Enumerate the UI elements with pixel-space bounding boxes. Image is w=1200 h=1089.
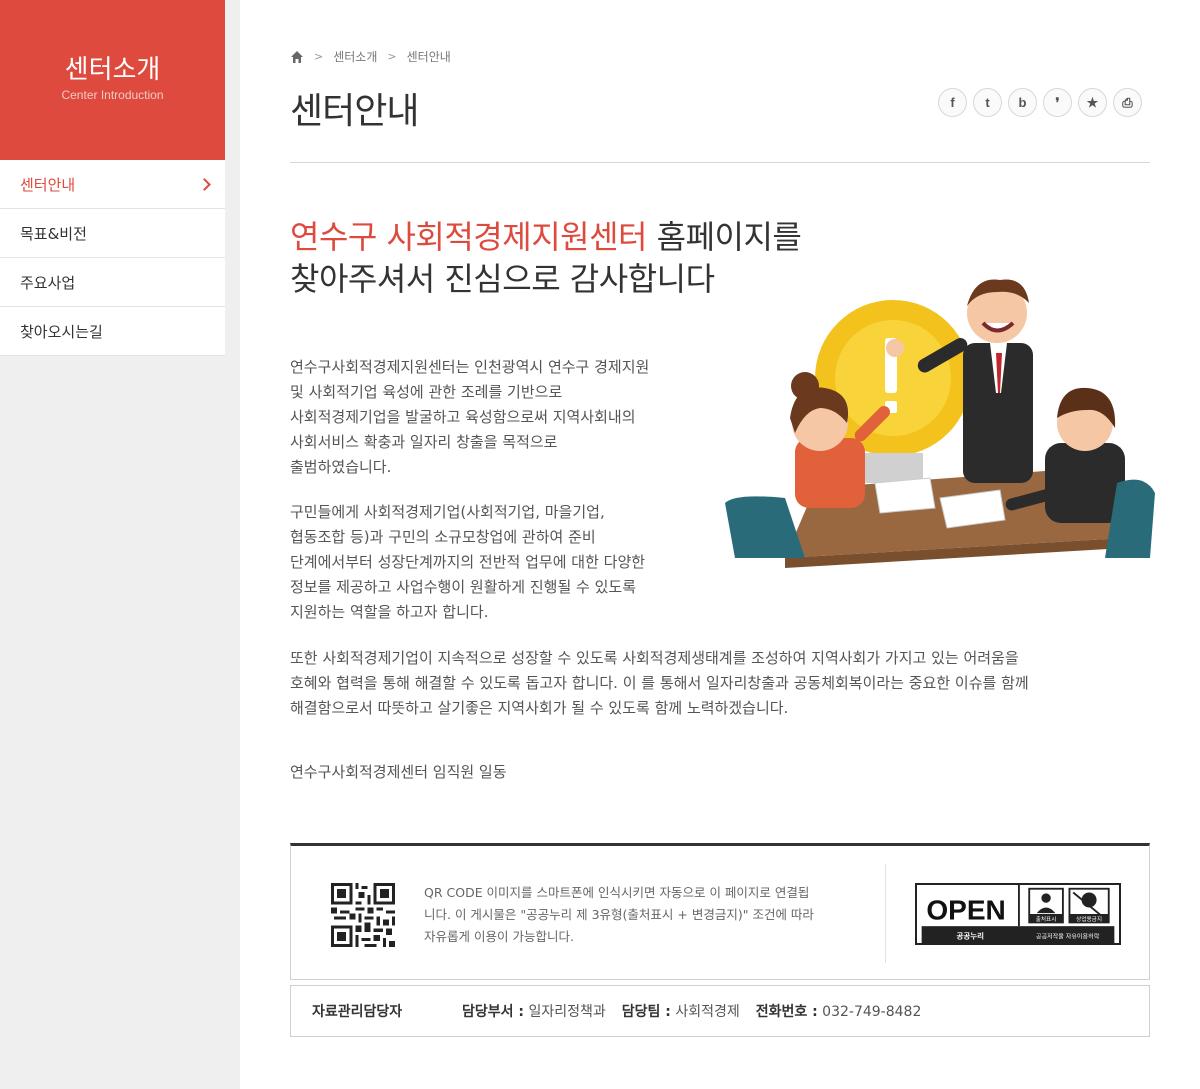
meeting-illustration: [725, 279, 1155, 568]
sidebar-subtitle: Center Introduction: [61, 88, 164, 102]
sidebar: 센터소개 Center Introduction 센터안내 목표&비전 주요사업…: [0, 0, 225, 356]
chevron-right-icon: [198, 177, 211, 191]
open-license-badge[interactable]: OPEN 출처표시 상업용금지 공공누리 공공저작물 자유이용허락: [915, 883, 1121, 945]
breadcrumb-item[interactable]: 센터소개: [333, 48, 377, 65]
dept-key: 담당부서 :: [462, 1004, 524, 1020]
sidebar-item-center-guide[interactable]: 센터안내: [0, 160, 225, 209]
qr-license-box: QR CODE 이미지를 스마트폰에 인식시키면 자동으로 이 페이지로 연결됩…: [290, 843, 1150, 980]
sidebar-title: 센터소개: [64, 55, 161, 85]
team-value: 사회적경제: [675, 1004, 740, 1020]
print-icon[interactable]: ⎙: [1113, 88, 1142, 117]
open-tag-noncommercial: 상업용금지: [1076, 915, 1102, 923]
divider: [885, 864, 886, 963]
story-icon[interactable]: ❜: [1043, 88, 1072, 117]
breadcrumb-separator: >: [387, 50, 397, 63]
text-line: 지원하는 역할을 하고자 합니다.: [290, 603, 489, 621]
page-title: 센터안내: [290, 91, 419, 132]
sidebar-item-main-business[interactable]: 주요사업: [0, 258, 225, 307]
sidebar-item-label: 찾아오시는길: [20, 322, 103, 341]
data-manager-box: 자료관리담당자 담당부서 : 일자리정책과 담당팀 : 사회적경제 전화번호 :…: [290, 985, 1150, 1037]
text-line: 니다. 이 게시물은 "공공누리 제 3유형(출처표시 + 변경금지)" 조건에…: [424, 907, 814, 922]
breadcrumb-separator: >: [314, 50, 324, 63]
text-line: 사회적경제기업을 발굴하고 육성함으로써 지역사회내의: [290, 408, 636, 426]
signature: 연수구사회적경제센터 임직원 일동: [290, 763, 507, 781]
sidebar-item-label: 주요사업: [20, 273, 76, 292]
sidebar-item-directions[interactable]: 찾아오시는길: [0, 307, 225, 356]
share-bar: f t b ❜ ★ ⎙: [938, 88, 1142, 117]
twitter-icon[interactable]: t: [973, 88, 1002, 117]
text-line: 협동조합 등)과 구민의 소규모창업에 관하여 준비: [290, 528, 596, 546]
text-line: 자유롭게 이용이 가능합니다.: [424, 929, 574, 944]
qr-code-icon: [331, 883, 395, 947]
intro-paragraph-3: 또한 사회적경제기업이 지속적으로 성장할 수 있도록 사회적경제생태계를 조성…: [290, 646, 1150, 721]
text-line: 사회서비스 확충과 일자리 창출을 목적으로: [290, 433, 558, 451]
manager-team: 담당팀 : 사회적경제: [622, 1001, 740, 1021]
text-line: 또한 사회적경제기업이 지속적으로 성장할 수 있도록 사회적경제생태계를 조성…: [290, 649, 1019, 667]
qr-notice-text: QR CODE 이미지를 스마트폰에 인식시키면 자동으로 이 페이지로 연결됩…: [424, 882, 874, 948]
manager-dept: 담당부서 : 일자리정책과: [462, 1001, 606, 1021]
title-divider: [290, 162, 1150, 163]
text-line: 호혜와 협력을 통해 해결할 수 있도록 돕고자 합니다. 이 를 통해서 일자…: [290, 674, 1029, 692]
text-line: 구민들에게 사회적경제기업(사회적기업, 마을기업,: [290, 503, 605, 521]
sidebar-item-goal-vision[interactable]: 목표&비전: [0, 209, 225, 258]
intro-paragraph-2: 구민들에게 사회적경제기업(사회적기업, 마을기업, 협동조합 등)과 구민의 …: [290, 500, 700, 625]
phone-key: 전화번호 :: [755, 1004, 818, 1020]
headline-line2: 찾아주셔서 진심으로 감사합니다: [290, 260, 715, 298]
team-key: 담당팀 :: [621, 1004, 671, 1020]
open-badge-name: 공공누리: [957, 930, 985, 940]
open-tag-attribution: 출처표시: [1036, 915, 1057, 923]
sidebar-header: 센터소개 Center Introduction: [0, 0, 225, 160]
blog-icon[interactable]: b: [1008, 88, 1037, 117]
text-line: 연수구사회적경제지원센터는 인천광역시 연수구 경제지원: [290, 358, 650, 376]
breadcrumb: > 센터소개 > 센터안내: [290, 48, 451, 65]
manager-phone: 전화번호 : 032-749-8482: [756, 1001, 922, 1021]
text-line: 단계에서부터 성장단계까지의 전반적 업무에 대한 다양한: [290, 553, 646, 571]
home-icon[interactable]: [290, 50, 304, 64]
text-line: QR CODE 이미지를 스마트폰에 인식시키면 자동으로 이 페이지로 연결됩: [424, 885, 810, 900]
facebook-icon[interactable]: f: [938, 88, 967, 117]
headline-rest: 홈페이지를: [646, 218, 802, 256]
open-logo-text: OPEN: [926, 895, 1006, 926]
open-badge-caption: 공공저작물 자유이용허락: [1036, 932, 1100, 940]
text-line: 해결함으로서 따뜻하고 살기좋은 지역사회가 될 수 있도록 함께 노력하겠습니…: [290, 699, 789, 717]
bookmark-icon[interactable]: ★: [1078, 88, 1107, 117]
sidebar-item-label: 센터안내: [20, 175, 76, 194]
intro-paragraph-1: 연수구사회적경제지원센터는 인천광역시 연수구 경제지원 및 사회적기업 육성에…: [290, 355, 700, 480]
text-line: 출범하였습니다.: [290, 458, 392, 476]
text-line: 및 사회적기업 육성에 관한 조례를 기반으로: [290, 383, 563, 401]
headline-highlight: 연수구 사회적경제지원센터: [290, 218, 647, 256]
phone-value: 032-749-8482: [822, 1004, 922, 1020]
sidebar-item-label: 목표&비전: [20, 224, 87, 243]
dept-value: 일자리정책과: [528, 1004, 606, 1020]
text-line: 정보를 제공하고 사업수행이 원활하게 진행될 수 있도록: [290, 578, 637, 596]
breadcrumb-item[interactable]: 센터안내: [407, 48, 451, 65]
manager-label: 자료관리담당자: [312, 1004, 403, 1020]
